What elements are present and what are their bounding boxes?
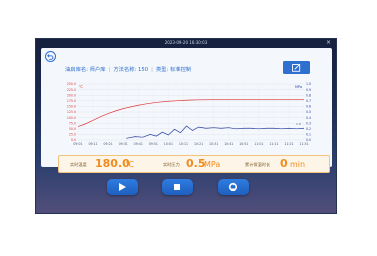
recycle-button[interactable] bbox=[218, 179, 249, 195]
method-info: 油启库名: 师户库 | 方法名称: 150 | 类型: 标准控制 bbox=[65, 65, 191, 73]
y-left-tick-label: 175.0 bbox=[67, 99, 76, 103]
edit-button[interactable] bbox=[283, 61, 310, 74]
y-left-tick-label: 200.0 bbox=[67, 93, 76, 97]
time-label: 累计保温时长 bbox=[245, 161, 271, 167]
x-tick-label: 09:01 bbox=[73, 142, 82, 146]
x-tick-label: 09:21 bbox=[104, 142, 113, 146]
temperature-line bbox=[77, 99, 304, 127]
close-icon[interactable]: × bbox=[326, 39, 331, 46]
pressure-label: 实时压力 bbox=[163, 161, 180, 167]
y-left-tick-label: 50.0 bbox=[69, 127, 76, 131]
title-bar: 2023-09-20 16:30:03 × bbox=[36, 39, 336, 47]
recycle-icon bbox=[228, 182, 238, 192]
y-right-tick-label: 0.5 bbox=[306, 110, 311, 114]
type-text: 类型: 标准控制 bbox=[155, 67, 192, 73]
well-name-text: 油启库名: 师户库 bbox=[65, 67, 106, 73]
chart-annotation: 1.0 bbox=[296, 122, 301, 126]
x-tick-label: 11:01 bbox=[254, 142, 263, 146]
y-left-unit: ℃ bbox=[79, 85, 83, 89]
clock-text: 2023-09-20 16:30:03 bbox=[164, 39, 208, 45]
trend-chart: 250.0 225.0 200.0 175.0 150.0 125.0 100.0 75.0 5… bbox=[62, 78, 320, 148]
x-tick-label: 11:11 bbox=[269, 142, 278, 146]
back-button[interactable] bbox=[45, 51, 56, 62]
pressure-unit: MPa bbox=[204, 159, 221, 169]
y-left-tick-label: 25.0 bbox=[69, 133, 76, 137]
temp-unit: ℃ bbox=[125, 159, 134, 169]
x-tick-label: 10:11 bbox=[179, 142, 188, 146]
edit-icon bbox=[292, 63, 301, 72]
y-right-tick-label: 0.3 bbox=[306, 121, 311, 125]
y-left-tick-label: 150.0 bbox=[67, 105, 76, 109]
stop-icon bbox=[174, 184, 180, 190]
divider: | bbox=[151, 67, 153, 73]
status-bar: 实时温度 180.0 ℃ 实时压力 0.5 MPa 累计保温时长 0 min bbox=[58, 155, 330, 173]
y-left-tick-label: 250.0 bbox=[67, 82, 76, 86]
pressure-line bbox=[126, 125, 305, 139]
y-right-unit: MPa bbox=[295, 85, 302, 89]
y-right-tick-label: 0.7 bbox=[306, 99, 311, 103]
temp-label: 实时温度 bbox=[70, 161, 87, 167]
y-right-tick-label: 0.9 bbox=[306, 88, 311, 92]
plan-name-text: 方法名称: 150 bbox=[113, 67, 149, 73]
time-value: 0 bbox=[280, 157, 288, 170]
y-left-tick-label: 100.0 bbox=[67, 116, 76, 120]
y-right-tick-label: 0.2 bbox=[306, 127, 311, 131]
y-left-tick-label: 225.0 bbox=[67, 88, 76, 92]
x-tick-label: 11:31 bbox=[299, 142, 308, 146]
x-tick-label: 10:51 bbox=[239, 142, 248, 146]
x-tick-label: 10:31 bbox=[209, 142, 218, 146]
y-right-tick-label: 0.8 bbox=[306, 93, 311, 97]
touchscreen-window: 2023-09-20 16:30:03 × 油启库名: 师户库 | 方法名称: 15… bbox=[35, 38, 337, 214]
play-icon bbox=[119, 183, 126, 191]
main-panel: 油启库名: 师户库 | 方法名称: 150 | 类型: 标准控制 250.0 225.0 2… bbox=[41, 48, 332, 167]
x-tick-label: 10:01 bbox=[164, 142, 173, 146]
x-tick-label: 09:51 bbox=[149, 142, 158, 146]
back-arrow-icon bbox=[47, 54, 54, 60]
y-right-tick-label: 0.1 bbox=[306, 133, 311, 137]
y-right-tick-label: 1.0 bbox=[306, 82, 311, 86]
time-unit: min bbox=[290, 159, 306, 169]
y-right-tick-label: 0.4 bbox=[306, 116, 311, 120]
x-tick-label: 11:21 bbox=[284, 142, 293, 146]
y-right-tick-label: 0.6 bbox=[306, 105, 311, 109]
x-tick-label: 09:31 bbox=[119, 142, 128, 146]
y-left-tick-label: 125.0 bbox=[67, 110, 76, 114]
pressure-value: 0.5 bbox=[186, 157, 206, 170]
start-button[interactable] bbox=[107, 179, 138, 195]
x-tick-label: 10:41 bbox=[224, 142, 233, 146]
x-tick-label: 09:11 bbox=[88, 142, 97, 146]
x-tick-label: 09:41 bbox=[134, 142, 143, 146]
x-tick-label: 10:21 bbox=[194, 142, 203, 146]
stop-button[interactable] bbox=[162, 179, 193, 195]
y-left-tick-label: 75.0 bbox=[69, 121, 76, 125]
